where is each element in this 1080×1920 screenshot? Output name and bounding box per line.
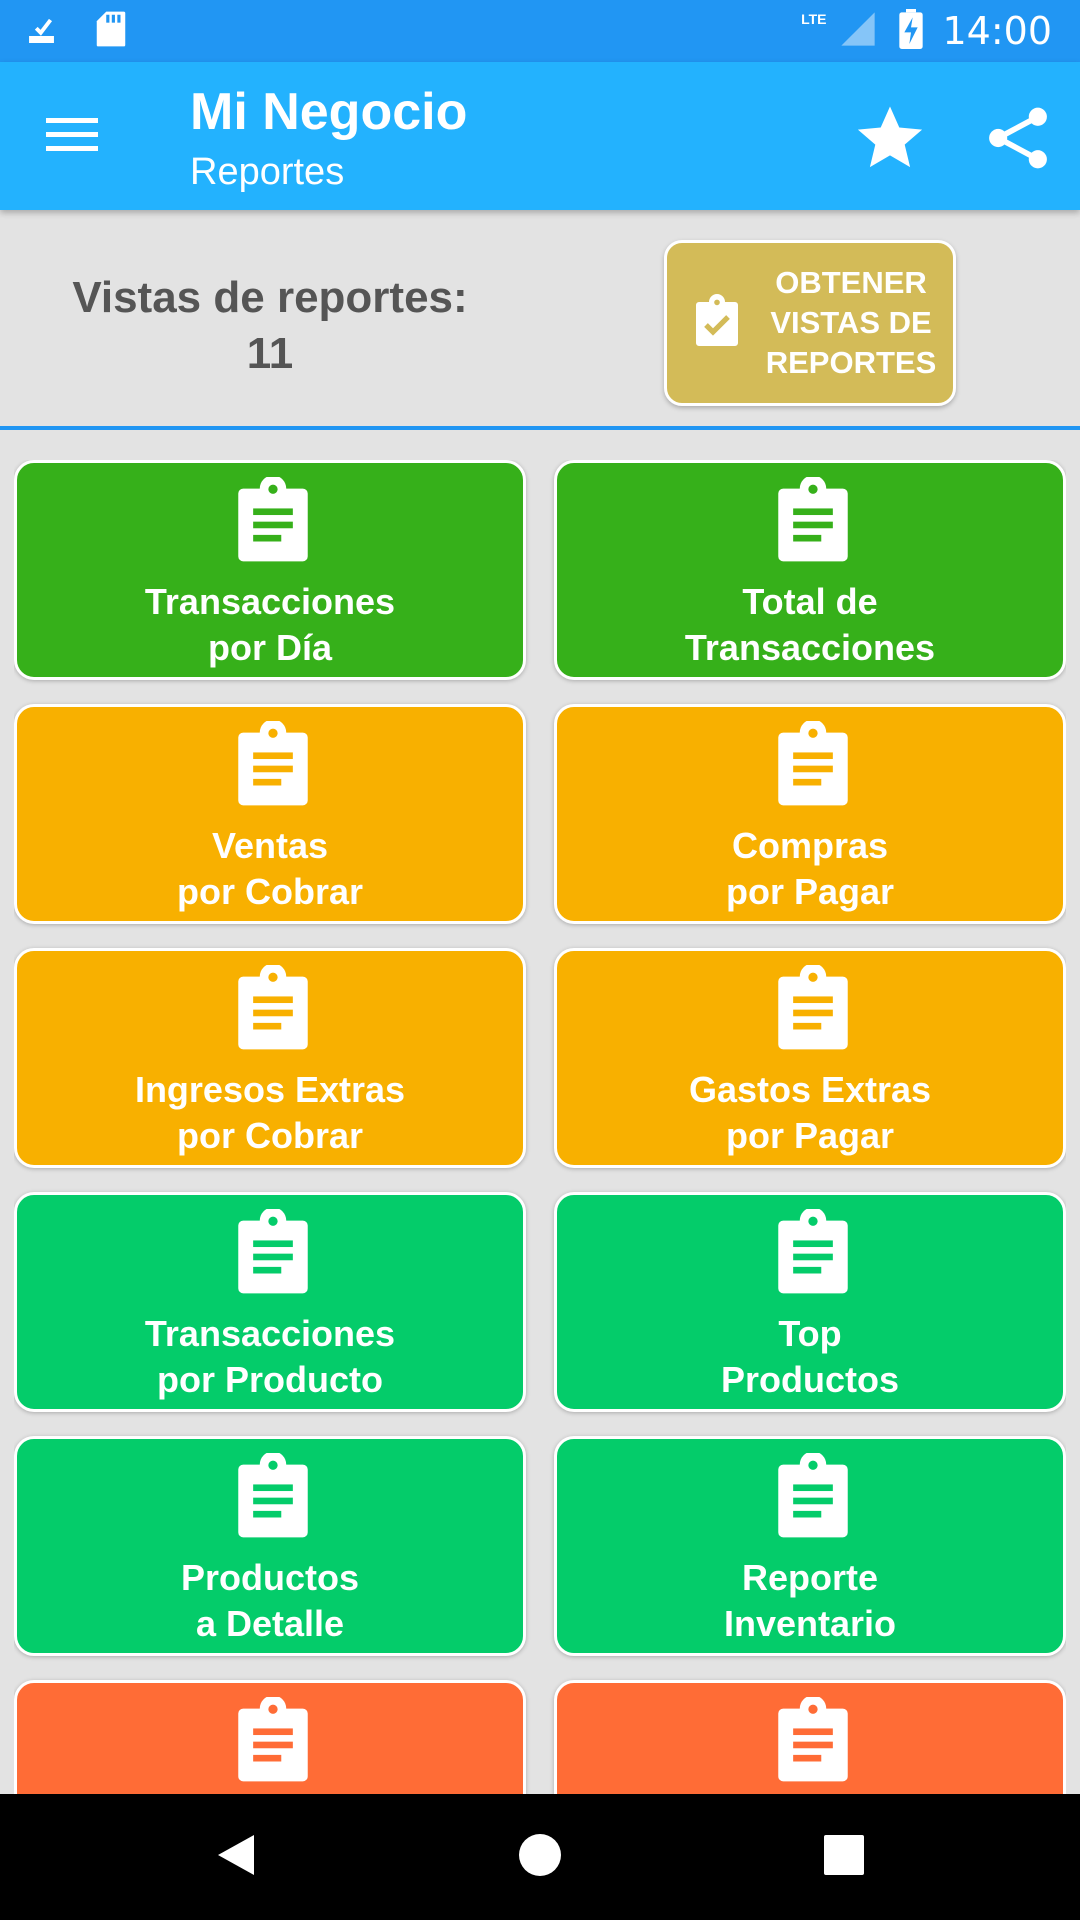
- back-triangle-icon: [214, 1831, 258, 1884]
- clipboard-list-icon: [233, 1207, 313, 1295]
- get-report-views-label: OBTENER VISTAS DE REPORTES: [765, 265, 937, 380]
- download-done-icon: [28, 11, 64, 52]
- status-bar: LTE 14:00: [0, 0, 1080, 62]
- home-circle-icon: [518, 1833, 562, 1882]
- report-tile-label: Ventas por Cobrar: [176, 825, 363, 912]
- report-tile[interactable]: Productos a Detalle: [14, 1436, 526, 1656]
- clipboard-list-icon: [233, 1695, 313, 1783]
- report-tile[interactable]: Reporte Inventario: [554, 1436, 1066, 1656]
- report-tile-label: Ingresos Extras por Cobrar: [134, 1069, 406, 1156]
- recents-button[interactable]: [804, 1817, 884, 1897]
- get-report-views-button[interactable]: OBTENER VISTAS DE REPORTES: [664, 240, 956, 406]
- clipboard-list-icon: [773, 719, 853, 807]
- report-tile-label: Reporte Inventario: [723, 1557, 897, 1644]
- app-bar: Mi Negocio Reportes: [0, 62, 1080, 210]
- clipboard-list-icon: [233, 719, 313, 807]
- report-tile-label: Gastos Extras por Pagar: [688, 1069, 932, 1156]
- report-tile-label: Top Productos: [720, 1313, 899, 1400]
- report-tile[interactable]: Gastos Extras por Pagar: [554, 948, 1066, 1168]
- report-tile-label: Transacciones por Día: [144, 581, 396, 668]
- sd-card-icon: [94, 10, 128, 53]
- clipboard-list-icon: [773, 1451, 853, 1539]
- star-icon: [853, 102, 927, 179]
- report-tile[interactable]: [14, 1680, 526, 1794]
- report-grid: Transacciones por Día Total de Transaccione…: [14, 460, 1066, 1794]
- report-tile[interactable]: Transacciones por Producto: [14, 1192, 526, 1412]
- clipboard-list-icon: [233, 963, 313, 1051]
- report-tile[interactable]: Ventas por Cobrar: [14, 704, 526, 924]
- report-tile-label: Productos a Detalle: [180, 1557, 359, 1644]
- navigation-bar: [0, 1794, 1080, 1920]
- report-tile[interactable]: [554, 1680, 1066, 1794]
- favorite-button[interactable]: [848, 98, 932, 182]
- recents-square-icon: [824, 1834, 864, 1880]
- report-tile[interactable]: Compras por Pagar: [554, 704, 1066, 924]
- page-subtitle: Reportes: [190, 151, 345, 193]
- clipboard-check-icon: [693, 293, 741, 353]
- network-type: LTE: [801, 11, 827, 27]
- clock: 14:00: [942, 9, 1052, 53]
- report-tile[interactable]: Transacciones por Día: [14, 460, 526, 680]
- report-views-count: 11: [246, 329, 294, 378]
- clipboard-list-icon: [773, 963, 853, 1051]
- share-button[interactable]: [976, 98, 1060, 182]
- menu-button[interactable]: [36, 106, 108, 166]
- back-button[interactable]: [196, 1817, 276, 1897]
- report-tile[interactable]: Ingresos Extras por Cobrar: [14, 948, 526, 1168]
- share-icon: [984, 102, 1052, 179]
- hamburger-menu-icon: [46, 114, 98, 159]
- report-tile[interactable]: Top Productos: [554, 1192, 1066, 1412]
- clipboard-list-icon: [773, 475, 853, 563]
- clipboard-list-icon: [233, 1451, 313, 1539]
- signal-icon: [836, 9, 880, 54]
- report-tile-label: Transacciones por Producto: [144, 1313, 396, 1400]
- clipboard-list-icon: [773, 1695, 853, 1783]
- home-button[interactable]: [500, 1817, 580, 1897]
- app-title: Mi Negocio: [190, 83, 468, 141]
- report-views-label: Vistas de reportes:: [72, 273, 468, 322]
- report-tile-label: Compras por Pagar: [725, 825, 895, 912]
- battery-charging-icon: [898, 8, 924, 54]
- toolbar-titles: Mi Negocio Reportes: [190, 82, 467, 198]
- report-views-panel: Vistas de reportes: 11 OBTENER VISTAS DE…: [0, 210, 1080, 430]
- clipboard-list-icon: [233, 475, 313, 563]
- report-tile[interactable]: Total de Transacciones: [554, 460, 1066, 680]
- clipboard-list-icon: [773, 1207, 853, 1295]
- report-views-counter: Vistas de reportes: 11: [40, 270, 500, 382]
- report-tile-label: Total de Transacciones: [684, 581, 936, 668]
